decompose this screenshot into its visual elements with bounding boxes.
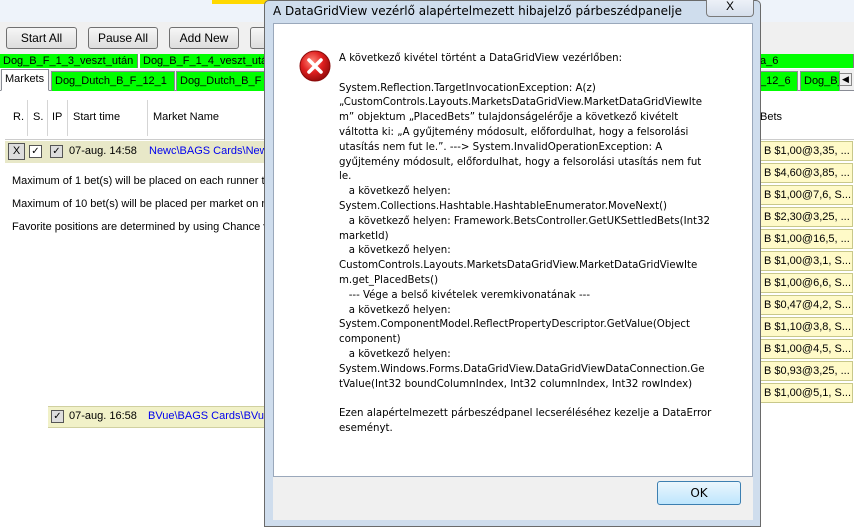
error-icon: [299, 50, 331, 82]
ok-button[interactable]: OK: [657, 481, 741, 505]
tab-scroll-left-icon[interactable]: ◀: [839, 73, 852, 86]
dialog-title: A DataGridView vezérlő alapértelmezett h…: [273, 4, 682, 18]
checkbox[interactable]: ✓: [50, 145, 63, 158]
strategy-label[interactable]: a_6: [757, 54, 854, 68]
tab-strategy[interactable]: Dog_B_F: [800, 71, 840, 91]
bet-cell[interactable]: B $0,93@3,25, ...: [760, 361, 853, 381]
bets-header-label: Bets: [760, 111, 783, 123]
start-time: 07-aug. 14:58: [69, 145, 137, 157]
market-name-link[interactable]: Newc\BAGS Cards\New: [149, 145, 267, 157]
column-header[interactable]: Start time: [73, 111, 120, 123]
remove-button[interactable]: X: [8, 143, 25, 160]
bet-cell[interactable]: B $1,00@6,6, S...: [760, 273, 853, 293]
info-text: Favorite positions are determined by usi…: [12, 221, 267, 233]
bet-cell[interactable]: B $1,00@3,35, ...: [760, 141, 853, 161]
checkbox[interactable]: ✓: [29, 145, 42, 158]
bet-cell[interactable]: B $1,00@3,1, S...: [760, 251, 853, 271]
bet-cell[interactable]: B $1,00@4,5, S...: [760, 339, 853, 359]
column-header[interactable]: Market Name: [153, 111, 219, 123]
column-header[interactable]: R.: [13, 111, 24, 123]
bets-column-header[interactable]: Bets: [760, 96, 854, 140]
error-dialog: A DataGridView vezérlő alapértelmezett h…: [264, 0, 761, 527]
dialog-body: A következő kivétel történt a DataGridVi…: [273, 23, 753, 477]
info-text: Maximum of 1 bet(s) will be placed on ea…: [12, 175, 267, 187]
start-all-button[interactable]: Start All: [6, 27, 77, 49]
tab-strategy[interactable]: Dog_Dutch_B_F_12_1: [51, 71, 175, 91]
error-message: A következő kivétel történt a DataGridVi…: [339, 53, 712, 434]
add-new-button[interactable]: Add New: [169, 27, 239, 49]
tab-strategy[interactable]: _12_6: [756, 71, 798, 91]
bet-cell[interactable]: B $1,00@7,6, S...: [760, 185, 853, 205]
tab-markets[interactable]: Markets: [1, 69, 49, 91]
pause-all-button[interactable]: Pause All: [88, 27, 158, 49]
column-header[interactable]: IP: [52, 111, 62, 123]
bet-cell[interactable]: B $4,60@3,85, ...: [760, 163, 853, 183]
dialog-footer: OK: [273, 477, 753, 520]
grid-header: R. S. IP Start time Market Name: [5, 96, 267, 140]
strategy-label[interactable]: Dog_B_F_1_4_veszt_után: [140, 54, 266, 68]
close-button[interactable]: X: [706, 0, 754, 17]
bet-cell[interactable]: B $2,30@3,25, ...: [760, 207, 853, 227]
column-header[interactable]: S.: [33, 111, 43, 123]
bet-cell[interactable]: B $1,10@3,8, S...: [760, 317, 853, 337]
table-row[interactable]: X ✓ ✓ 07-aug. 14:58 Newc\BAGS Cards\New: [5, 141, 267, 163]
bet-cell[interactable]: B $0,47@4,2, S...: [760, 295, 853, 315]
bet-cell[interactable]: B $1,00@5,1, S...: [760, 383, 853, 403]
strategy-label[interactable]: Dog_B_F_1_3_veszt_után: [0, 54, 138, 68]
tab-strategy[interactable]: Dog_Dutch_B_F: [176, 71, 266, 91]
checkbox[interactable]: ✓: [51, 410, 64, 423]
start-time: 07-aug. 16:58: [69, 410, 137, 422]
market-name-link[interactable]: BVue\BAGS Cards\BVu: [148, 410, 266, 422]
table-row[interactable]: ✓ 07-aug. 16:58 BVue\BAGS Cards\BVu: [48, 406, 267, 428]
bet-cell[interactable]: B $1,00@16,5, ...: [760, 229, 853, 249]
highlight-bar: [212, 0, 272, 4]
info-text: Maximum of 10 bet(s) will be placed per …: [12, 198, 267, 210]
